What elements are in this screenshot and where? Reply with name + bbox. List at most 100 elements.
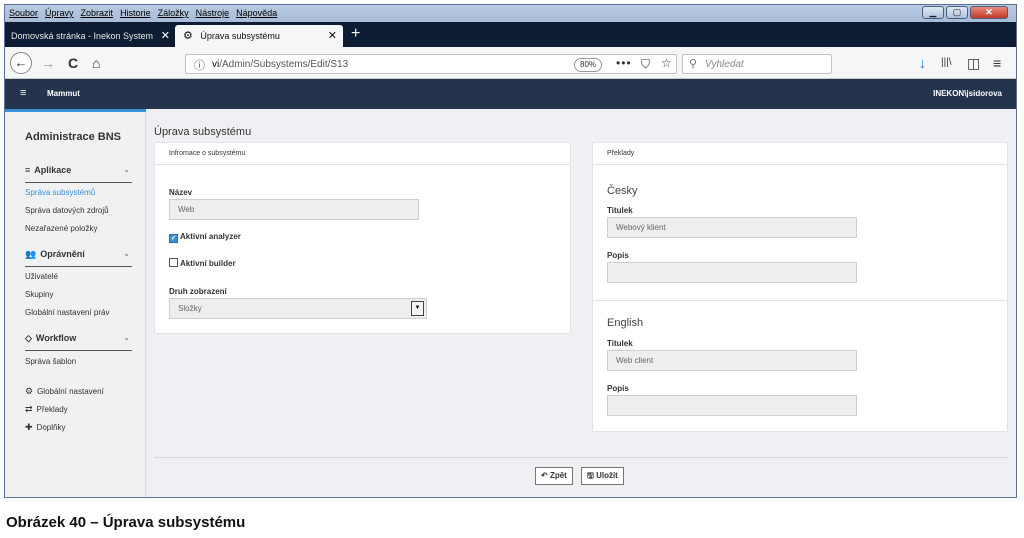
- tab-home-label: Domovská stránka - Inekon System: [11, 31, 154, 41]
- display-type-select[interactable]: Složky ▼: [169, 298, 427, 319]
- title-label-en: Titulek: [607, 339, 633, 348]
- sidebar-item-globalni-nastaveni-prav[interactable]: Globální nastavení práv: [25, 308, 110, 317]
- forward-arrow-icon[interactable]: →: [41, 54, 55, 72]
- library-icon[interactable]: |||\: [941, 54, 952, 72]
- new-tab-button[interactable]: +: [351, 23, 360, 45]
- sidebar-toggle-icon[interactable]: ◫: [967, 54, 980, 72]
- back-button[interactable]: ↶ Zpět: [535, 467, 573, 485]
- name-label: Název: [169, 188, 193, 197]
- info-icon[interactable]: ⓘ: [194, 57, 205, 73]
- sidebar-section-opravneni[interactable]: 👥 Oprávnění ⌄: [25, 249, 132, 267]
- name-field[interactable]: Web: [169, 199, 419, 220]
- app-menu-icon[interactable]: ≡: [20, 87, 26, 99]
- zoom-badge[interactable]: 80%: [574, 58, 603, 72]
- save-button[interactable]: 🖫 Uložit: [581, 467, 624, 485]
- url-path: /Admin/Subsystems/Edit/S13: [219, 59, 349, 70]
- page-actions-icon[interactable]: •••: [616, 56, 632, 70]
- sidebar-section-aplikace[interactable]: ≡ Aplikace ⌄: [25, 165, 132, 183]
- chevron-down-icon: ⌄: [123, 333, 130, 342]
- dropdown-arrow-icon[interactable]: ▼: [411, 301, 424, 316]
- tab-home-close-icon[interactable]: ✕: [161, 25, 170, 47]
- sidebar-item-globalni-nastaveni[interactable]: ⚙ Globální nastavení: [25, 386, 104, 397]
- sidebar-item-sprava-datovych-zdroju[interactable]: Správa datových zdrojů: [25, 206, 109, 215]
- tab-home[interactable]: Domovská stránka - Inekon System ✕: [5, 25, 172, 47]
- window-controls: ▁ ▢ ✕: [922, 6, 1008, 19]
- search-placeholder: Vyhledat: [705, 59, 744, 70]
- info-panel-header: Infromace o subsystému: [155, 143, 570, 165]
- download-icon[interactable]: ↓: [919, 54, 926, 72]
- save-button-label: Uložit: [596, 471, 618, 480]
- sidebar-item-label: Globální nastavení: [37, 387, 104, 396]
- page-title: Úprava subsystému: [154, 126, 252, 138]
- app-name[interactable]: Mammut: [47, 89, 80, 98]
- sidebar-item-sprava-subsystemu[interactable]: Správa subsystémů: [25, 188, 95, 197]
- reload-icon[interactable]: C: [68, 54, 78, 72]
- search-icon: ⚲: [689, 58, 698, 70]
- menu-zalozky[interactable]: Záložky: [158, 8, 189, 18]
- user-name[interactable]: INEKON\jsidorova: [933, 89, 1002, 98]
- chevron-down-icon: ⌄: [123, 249, 130, 258]
- translations-panel: Překlady Česky Titulek Webový klient Pop…: [592, 142, 1008, 432]
- app-header: ≡ Mammut INEKON\jsidorova: [5, 79, 1016, 109]
- save-icon: 🖫: [587, 471, 594, 480]
- language-title-cs: Česky: [607, 185, 638, 197]
- maximize-button[interactable]: ▢: [946, 6, 968, 19]
- description-label-en: Popis: [607, 384, 629, 393]
- sidebar-item-sprava-sablon[interactable]: Správa šablon: [25, 357, 76, 366]
- sidebar-accent-bar: [5, 109, 146, 112]
- display-type-label: Druh zobrazení: [169, 287, 227, 296]
- menu-upravy[interactable]: Úpravy: [45, 8, 74, 18]
- url-bar[interactable]: ⓘ vi/Admin/Subsystems/Edit/S13 80% ••• ⛉…: [185, 54, 677, 74]
- tab-strip: Domovská stránka - Inekon System ✕ ⚙ Úpr…: [5, 22, 1016, 47]
- translations-panel-header: Překlady: [593, 143, 1007, 165]
- sidebar-item-nezarazene-polozky[interactable]: Nezařazené položky: [25, 224, 97, 233]
- sidebar-item-label: Doplňky: [36, 423, 66, 432]
- search-bar[interactable]: ⚲ Vyhledat: [682, 54, 832, 74]
- sidebar-item-doplnky[interactable]: ✚ Doplňky: [25, 422, 65, 433]
- pocket-icon[interactable]: ⛉: [641, 57, 650, 72]
- tab-subsystem-close-icon[interactable]: ✕: [328, 25, 337, 47]
- language-title-en: English: [607, 317, 644, 329]
- url-text: vi/Admin/Subsystems/Edit/S13: [212, 59, 348, 70]
- sidebar-section-workflow[interactable]: ◇ Workflow ⌄: [25, 333, 132, 351]
- translate-icon: ⇄: [25, 404, 33, 414]
- back-button-label: Zpět: [549, 471, 567, 480]
- workflow-icon: ◇: [25, 333, 32, 343]
- settings-icon: ⚙: [25, 386, 34, 396]
- sidebar-item-skupiny[interactable]: Skupiny: [25, 290, 53, 299]
- menu-soubor[interactable]: Soubor: [9, 8, 38, 18]
- menu-nastroje[interactable]: Nástroje: [196, 8, 230, 18]
- sidebar-title: Administrace BNS: [25, 131, 121, 143]
- browser-window: Soubor Úpravy Zobrazit Historie Záložky …: [4, 4, 1017, 498]
- menu-napoveda[interactable]: Nápověda: [236, 8, 277, 18]
- active-builder-label: Aktivní builder: [180, 259, 236, 268]
- menu-historie[interactable]: Historie: [120, 8, 151, 18]
- main-content: Úprava subsystému Infromace o subsystému…: [147, 109, 1016, 497]
- hamburger-menu-icon[interactable]: ≡: [993, 54, 1001, 72]
- sidebar-item-uzivatele[interactable]: Uživatelé: [25, 272, 58, 281]
- bookmark-star-icon[interactable]: ☆: [661, 56, 672, 70]
- active-analyzer-checkbox[interactable]: ✓ Aktivní analyzer: [169, 232, 241, 243]
- title-label-cs: Titulek: [607, 206, 633, 215]
- tab-subsystem-edit[interactable]: ⚙ Úprava subsystému ✕: [175, 25, 343, 47]
- minimize-button[interactable]: ▁: [922, 6, 944, 19]
- close-window-button[interactable]: ✕: [970, 6, 1008, 19]
- description-label-cs: Popis: [607, 251, 629, 260]
- description-field-cs[interactable]: [607, 262, 857, 283]
- checkbox-unchecked-icon: [169, 258, 178, 267]
- active-analyzer-label: Aktivní analyzer: [180, 232, 241, 241]
- home-icon[interactable]: ⌂: [92, 54, 100, 72]
- title-field-cs[interactable]: Webový klient: [607, 217, 857, 238]
- sidebar-section-label: Workflow: [35, 333, 77, 343]
- menu-zobrazit[interactable]: Zobrazit: [81, 8, 114, 18]
- gear-icon: ⚙: [183, 30, 193, 42]
- figure-caption: Obrázek 40 – Úprava subsystému: [6, 514, 246, 531]
- footer-divider: [154, 457, 1009, 458]
- back-arrow-icon[interactable]: ←: [10, 52, 32, 74]
- description-field-en[interactable]: [607, 395, 857, 416]
- sidebar-item-preklady[interactable]: ⇄ Překlady: [25, 404, 68, 415]
- active-builder-checkbox[interactable]: Aktivní builder: [169, 258, 236, 268]
- display-type-value: Složky: [178, 304, 202, 313]
- chevron-down-icon: ⌄: [123, 165, 130, 174]
- title-field-en[interactable]: Web client: [607, 350, 857, 371]
